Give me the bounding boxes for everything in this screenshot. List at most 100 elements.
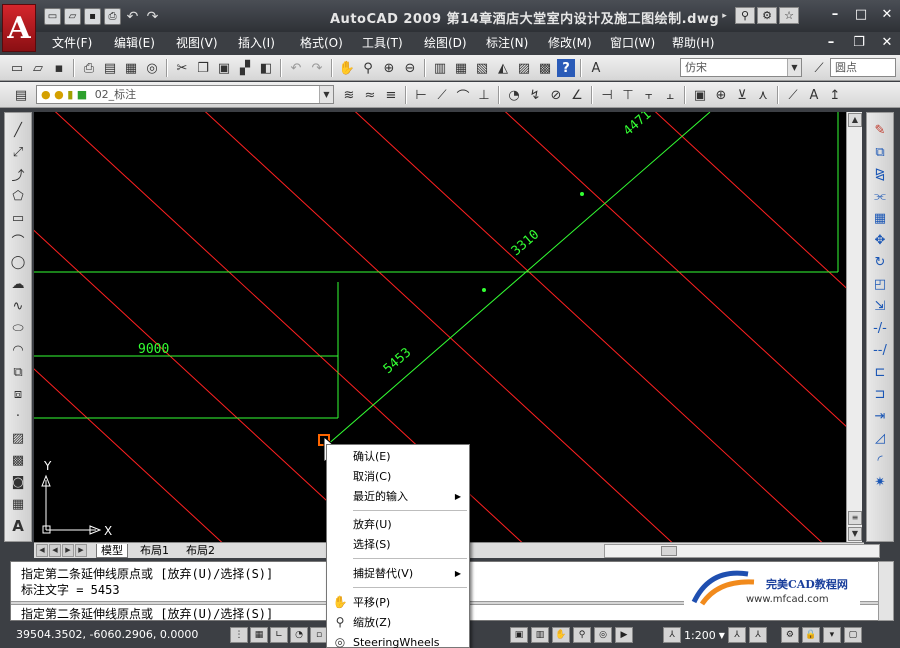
dim-space-icon[interactable]: ⫠ bbox=[661, 86, 679, 104]
menu-item-8[interactable]: 修改(M) bbox=[548, 34, 610, 52]
break-icon[interactable]: ⊐ bbox=[871, 385, 889, 403]
ctx-snap-overrides[interactable]: 捕捉替代(V) ▶ bbox=[327, 564, 469, 583]
stretch-icon[interactable]: ⇲ bbox=[871, 297, 889, 315]
favorites-icon[interactable]: ☆ bbox=[779, 7, 799, 24]
ctx-zoom[interactable]: ⚲ 缩放(Z) bbox=[327, 613, 469, 632]
steering-wheel-icon[interactable]: ◎ bbox=[594, 627, 612, 643]
scroll-up-icon[interactable]: ▲ bbox=[848, 113, 862, 127]
menu-item-2[interactable]: 视图(V) bbox=[176, 34, 238, 52]
insert-block-icon[interactable]: ⧉ bbox=[9, 363, 27, 381]
ctx-pan[interactable]: ✋ 平移(P) bbox=[327, 593, 469, 612]
region-icon[interactable]: ◙ bbox=[9, 473, 27, 491]
new-icon[interactable]: ▭ bbox=[8, 59, 26, 77]
clean-screen-icon[interactable]: ▢ bbox=[843, 627, 862, 643]
undo-icon[interactable]: ↶ bbox=[287, 59, 305, 77]
gradient-icon[interactable]: ▩ bbox=[9, 451, 27, 469]
copy-icon[interactable]: ❐ bbox=[194, 59, 212, 77]
annotation-scale[interactable]: 1:200 bbox=[684, 629, 716, 642]
scroll-thumb[interactable]: ≡ bbox=[848, 511, 862, 525]
line-icon[interactable]: ╱ bbox=[9, 121, 27, 139]
layer-dropdown[interactable]: ● ● ▮ ■ 02_标注 ▼ bbox=[36, 85, 334, 104]
ellipse-icon[interactable]: ⬭ bbox=[9, 319, 27, 337]
ctx-enter[interactable]: 确认(E) bbox=[327, 447, 469, 466]
last-tab-icon[interactable]: ▶ bbox=[75, 544, 87, 557]
move-icon[interactable]: ✥ bbox=[871, 231, 889, 249]
horizontal-scrollbar[interactable] bbox=[604, 544, 880, 558]
inspect-icon[interactable]: ⊻ bbox=[733, 86, 751, 104]
search-icon[interactable]: ⚲ bbox=[735, 7, 755, 24]
offset-icon[interactable]: ⫘ bbox=[871, 187, 889, 205]
zoom-realtime-icon[interactable]: ⚲ bbox=[359, 59, 377, 77]
undo-icon[interactable]: ↶ bbox=[124, 8, 141, 25]
break-at-point-icon[interactable]: ⊏ bbox=[871, 363, 889, 381]
zoom-status-icon[interactable]: ⚲ bbox=[573, 627, 591, 643]
expand-arrow-icon[interactable]: ▸ bbox=[716, 7, 733, 24]
dim-text-edit-icon[interactable]: A bbox=[805, 86, 823, 104]
save-icon[interactable]: ▪ bbox=[84, 8, 101, 25]
layer-states-icon[interactable]: ≡ bbox=[382, 86, 400, 104]
ellipse-arc-icon[interactable]: ◠ bbox=[9, 341, 27, 359]
dim-style-icon[interactable]: ⟋ bbox=[810, 59, 828, 77]
prev-tab-icon[interactable]: ◀ bbox=[49, 544, 61, 557]
doc-restore-icon[interactable]: ❐ bbox=[852, 36, 866, 50]
trim-icon[interactable]: -/- bbox=[871, 319, 889, 337]
pan-icon[interactable]: ✋ bbox=[338, 59, 356, 77]
make-block-icon[interactable]: ⧈ bbox=[9, 385, 27, 403]
tool-palettes-icon[interactable]: ▧ bbox=[473, 59, 491, 77]
polygon-icon[interactable]: ⬠ bbox=[9, 187, 27, 205]
quick-dim-icon[interactable]: ⊣ bbox=[598, 86, 616, 104]
radius-dim-icon[interactable]: ◔ bbox=[505, 86, 523, 104]
redo-icon[interactable]: ↷ bbox=[308, 59, 326, 77]
scroll-down-icon[interactable]: ▼ bbox=[848, 527, 862, 541]
minimize-icon[interactable]: – bbox=[828, 8, 842, 22]
menu-item-10[interactable]: 帮助(H) bbox=[672, 34, 734, 52]
print-icon[interactable]: ⎙ bbox=[104, 8, 121, 25]
maximize-icon[interactable]: □ bbox=[854, 8, 868, 22]
save-icon[interactable]: ▪ bbox=[50, 59, 68, 77]
app-menu-button[interactable]: A bbox=[2, 4, 36, 52]
command-prompt[interactable]: 指定第二条延伸线原点或 [放弃(U)/选择(S)] bbox=[21, 605, 273, 622]
layer-previous-icon[interactable]: ≈ bbox=[361, 86, 379, 104]
make-current-icon[interactable]: ≋ bbox=[340, 86, 358, 104]
doc-close-icon[interactable]: ✕ bbox=[880, 36, 894, 50]
properties-icon[interactable]: ▥ bbox=[431, 59, 449, 77]
layout-icon[interactable]: ▥ bbox=[531, 627, 549, 643]
linear-dim-icon[interactable]: ⊢ bbox=[412, 86, 430, 104]
3d-dwf-icon[interactable]: ◎ bbox=[143, 59, 161, 77]
copy-object-icon[interactable]: ⧉ bbox=[871, 143, 889, 161]
markup-icon[interactable]: ▨ bbox=[515, 59, 533, 77]
menu-item-7[interactable]: 标注(N) bbox=[486, 34, 548, 52]
ordinate-dim-icon[interactable]: ⊥ bbox=[475, 86, 493, 104]
ortho-icon[interactable]: ∟ bbox=[270, 627, 288, 643]
ctx-select[interactable]: 选择(S) bbox=[327, 535, 469, 554]
ctx-cancel[interactable]: 取消(C) bbox=[327, 467, 469, 486]
tolerance-icon[interactable]: ▣ bbox=[691, 86, 709, 104]
pan-status-icon[interactable]: ✋ bbox=[552, 627, 570, 643]
revision-cloud-icon[interactable]: ☁ bbox=[9, 275, 27, 293]
construction-line-icon[interactable]: ⤢ bbox=[9, 143, 27, 161]
sheet-set-icon[interactable]: ◭ bbox=[494, 59, 512, 77]
scale-icon[interactable]: ◰ bbox=[871, 275, 889, 293]
command-scrollbar[interactable] bbox=[878, 561, 894, 621]
menu-item-0[interactable]: 文件(F) bbox=[52, 34, 114, 52]
vertical-scrollbar[interactable]: ▲ ≡ ▼ bbox=[846, 112, 862, 542]
point-icon[interactable]: · bbox=[9, 407, 27, 425]
zoom-window-icon[interactable]: ⊕ bbox=[380, 59, 398, 77]
menu-item-9[interactable]: 窗口(W) bbox=[610, 34, 672, 52]
cut-icon[interactable]: ✂ bbox=[173, 59, 191, 77]
dim-update-icon[interactable]: ↥ bbox=[826, 86, 844, 104]
status-menu-icon[interactable]: ▾ bbox=[822, 627, 841, 643]
first-tab-icon[interactable]: ◀ bbox=[36, 544, 48, 557]
close-icon[interactable]: ✕ bbox=[880, 8, 894, 22]
plot-icon[interactable]: ⎙ bbox=[80, 59, 98, 77]
mirror-icon[interactable]: ⧎ bbox=[871, 165, 889, 183]
menu-item-6[interactable]: 绘图(D) bbox=[424, 34, 486, 52]
redo-icon[interactable]: ↷ bbox=[144, 8, 161, 25]
tab-model[interactable]: 模型 bbox=[96, 544, 128, 558]
workspace-gear-icon[interactable]: ⚙ bbox=[780, 627, 799, 643]
plot-preview-icon[interactable]: ▤ bbox=[101, 59, 119, 77]
annotation-visibility-icon[interactable]: ⅄ bbox=[727, 627, 746, 643]
new-file-icon[interactable]: ▭ bbox=[44, 8, 61, 25]
extend-icon[interactable]: --/ bbox=[871, 341, 889, 359]
dim-style-dropdown[interactable]: 圆点 bbox=[830, 58, 896, 77]
